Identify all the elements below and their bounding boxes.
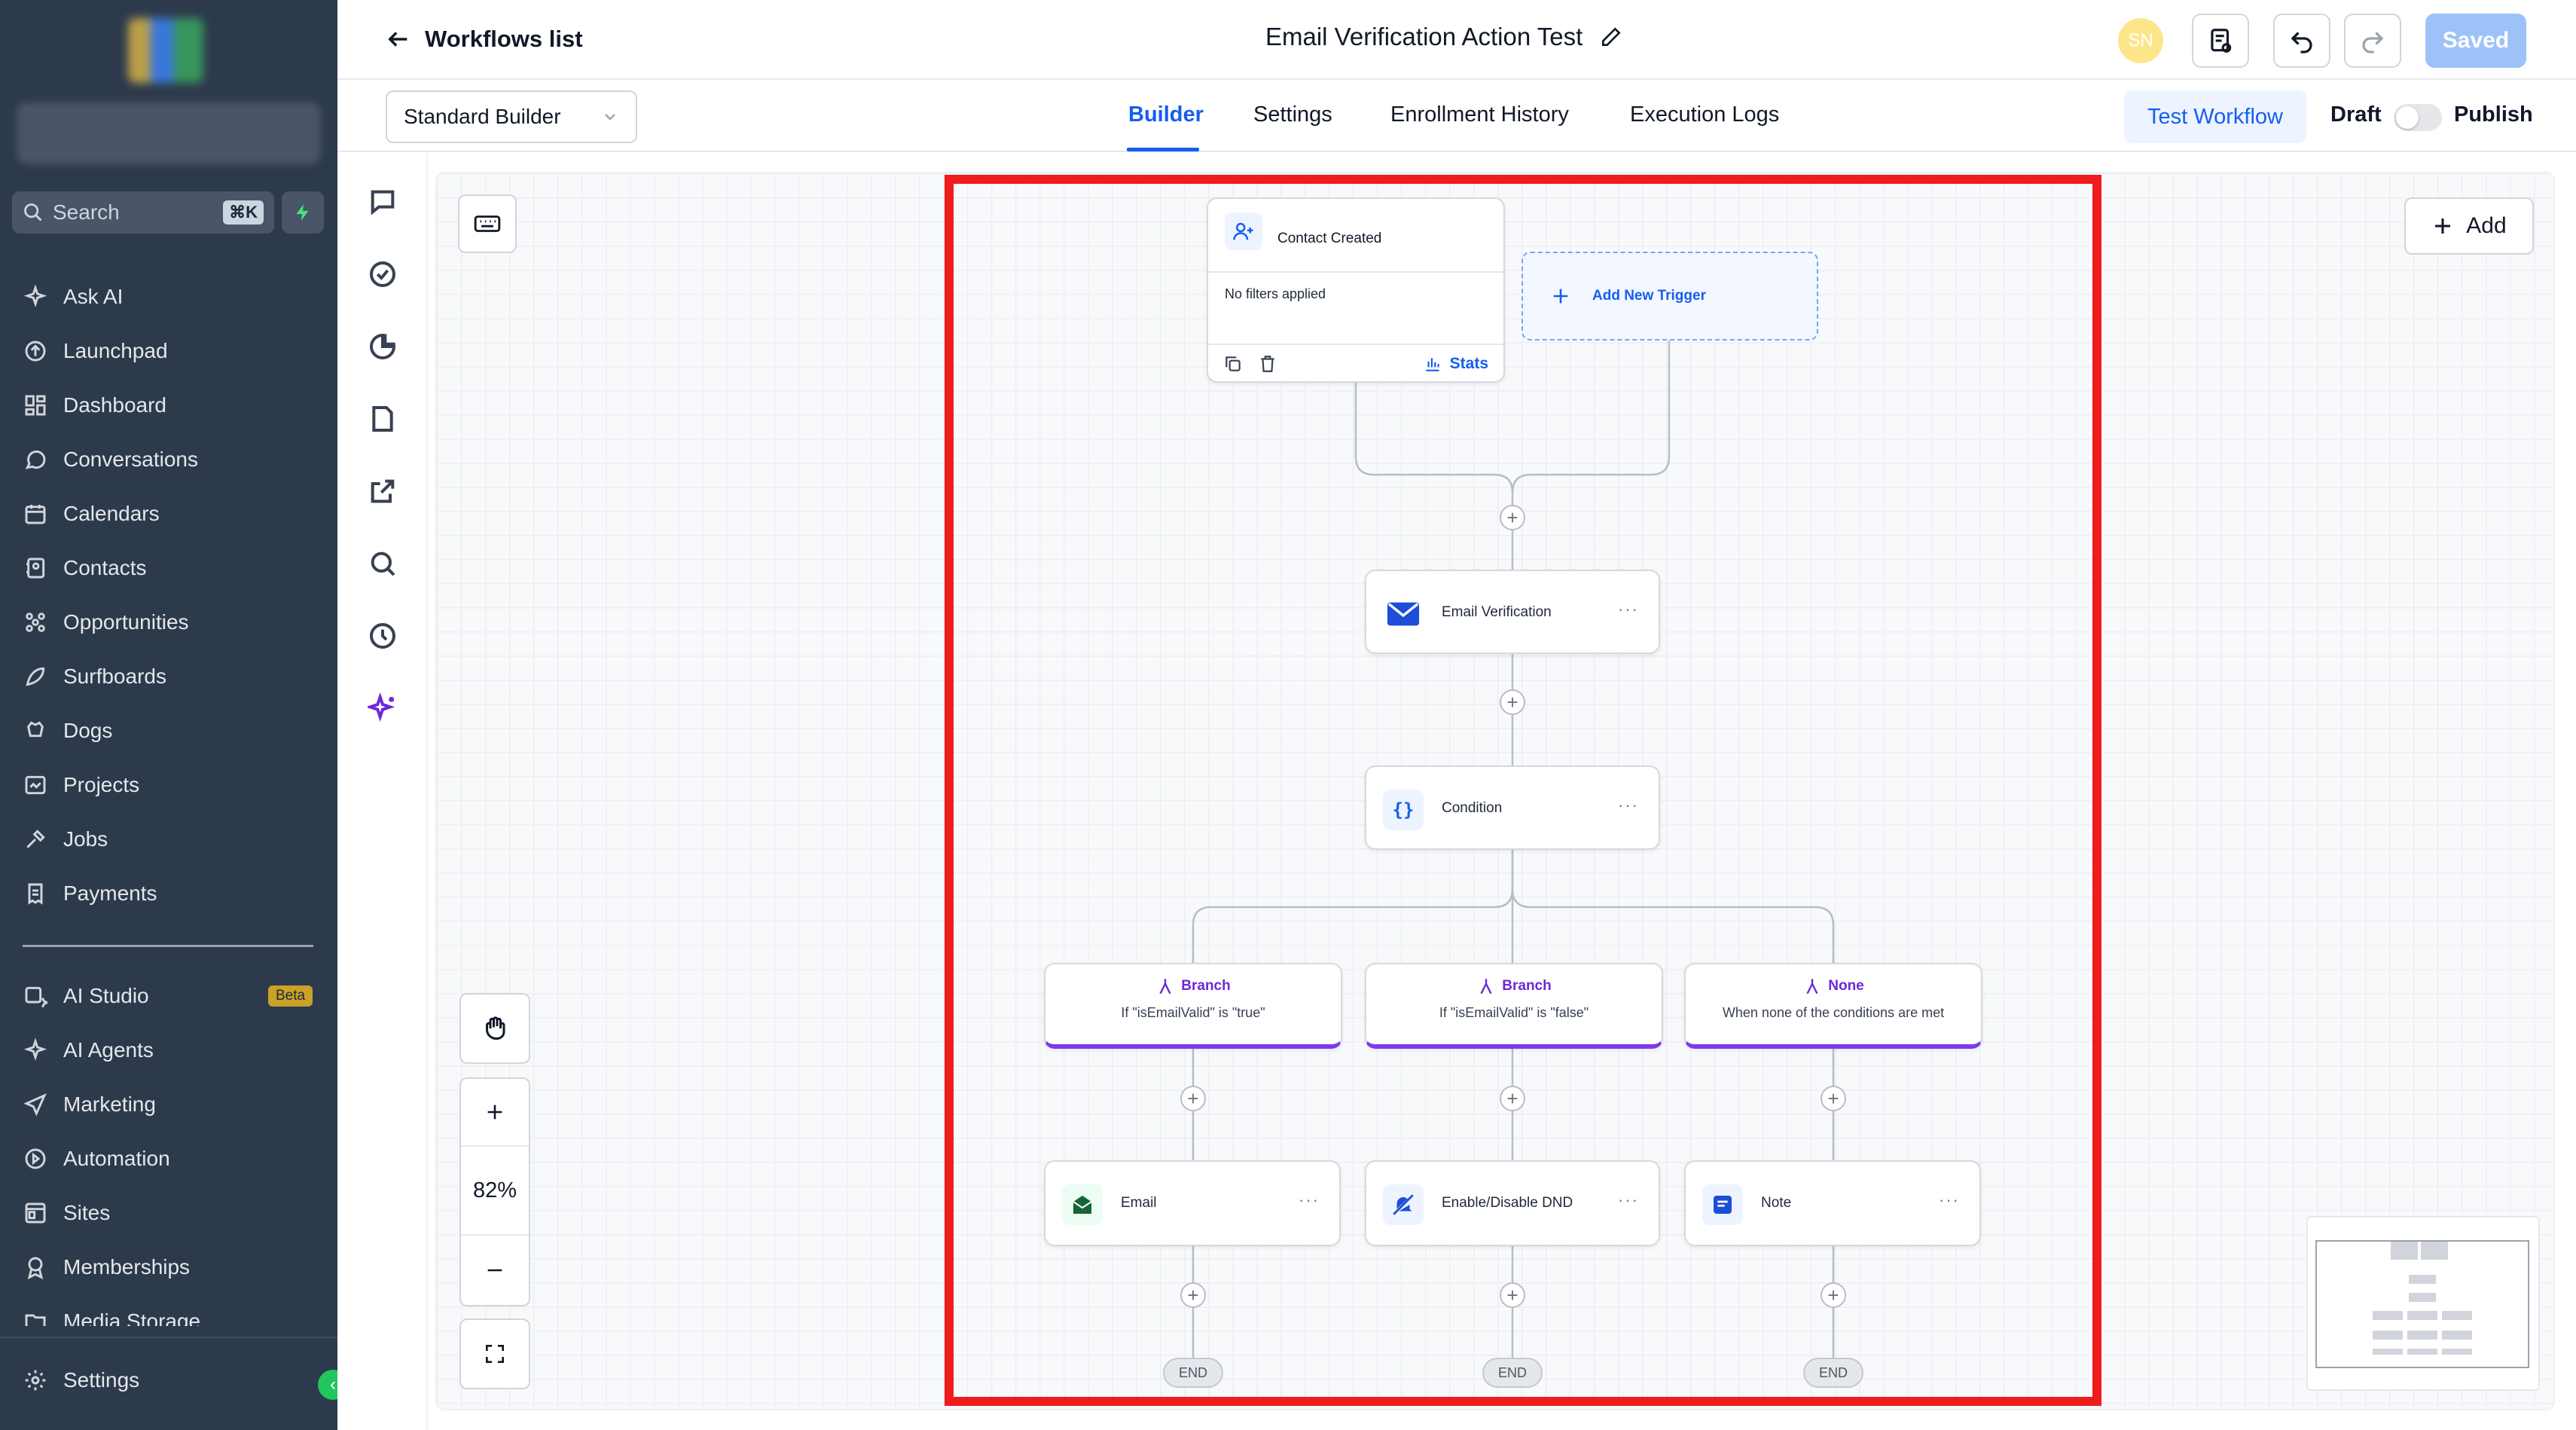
highlight-box bbox=[945, 175, 2101, 1406]
